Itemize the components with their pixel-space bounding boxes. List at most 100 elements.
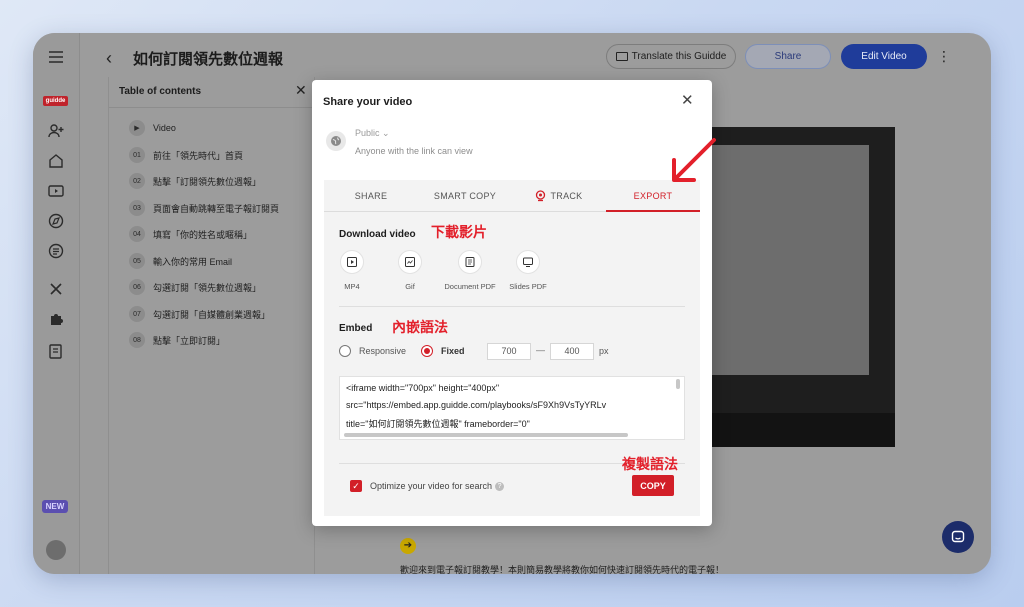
vertical-scrollbar[interactable]: [676, 379, 680, 389]
toc-item-label: 填寫「你的姓名或暱稱」: [153, 229, 253, 240]
embed-code-box[interactable]: <iframe width="700px" height="400px" src…: [339, 376, 685, 440]
share-button[interactable]: Share: [745, 44, 831, 69]
visibility-select[interactable]: Public ⌄: [355, 128, 390, 139]
toc-item-label: 勾選訂閱「自媒體創業週報」: [153, 309, 271, 320]
toc-item[interactable]: 05 輸入你的常用 Email: [129, 253, 232, 269]
toc-item[interactable]: 06 勾選訂閱「領先數位週報」: [129, 279, 261, 295]
add-user-icon[interactable]: [46, 121, 66, 141]
modal-title: Share your video: [323, 96, 413, 108]
width-input[interactable]: 700: [487, 343, 531, 360]
video-controls[interactable]: [693, 413, 895, 447]
code-line: src="https://embed.app.guidde.com/playbo…: [346, 400, 607, 410]
new-badge: NEW: [42, 500, 68, 513]
toc-item-label: 點擊「立即訂閱」: [153, 335, 226, 346]
toc-item[interactable]: 04 填寫「你的姓名或暱稱」: [129, 226, 252, 242]
toc-item[interactable]: 02 點擊「訂閱領先數位週報」: [129, 173, 261, 189]
responsive-radio[interactable]: [339, 345, 351, 357]
toc-num: 05: [129, 253, 145, 269]
responsive-label: Responsive: [359, 346, 407, 356]
home-icon[interactable]: [46, 151, 66, 171]
close-icon[interactable]: ✕: [681, 93, 694, 109]
left-rail: guidde NEW: [33, 33, 80, 574]
tab-share[interactable]: SHARE: [324, 180, 418, 211]
horizontal-scrollbar[interactable]: [344, 433, 628, 437]
edit-video-button[interactable]: Edit Video: [841, 44, 927, 69]
px-unit: px: [599, 346, 609, 356]
code-line: <iframe width="700px" height="400px": [346, 383, 500, 393]
integrations-puzzle-icon[interactable]: [46, 309, 66, 329]
download-label: Slides PDF: [509, 282, 547, 291]
toc-item-label: 頁面會自動跳轉至電子報訂閱頁: [153, 203, 280, 214]
guidde-logo: guidde: [43, 96, 68, 106]
download-document-pdf-button[interactable]: Document PDF: [440, 250, 500, 291]
playlist-icon[interactable]: [46, 241, 66, 261]
page-title: 如何訂閱領先數位週報: [133, 51, 284, 68]
toc-item-label: 點擊「訂閱領先數位週報」: [153, 176, 262, 187]
chat-icon: [951, 530, 965, 543]
divider: [339, 306, 685, 307]
play-icon: ▶: [129, 120, 145, 136]
dash: —: [536, 345, 545, 355]
close-icon[interactable]: ✕: [295, 82, 307, 99]
translate-button[interactable]: Translate this Guidde: [606, 44, 736, 69]
share-tabs: SHARE SMART COPY TRACK EXPORT: [324, 180, 700, 212]
toc-item-label: 前往「領先時代」首頁: [153, 150, 244, 161]
fixed-label: Fixed: [441, 346, 465, 356]
download-label: MP4: [344, 282, 360, 291]
code-line: title="如何訂閱領先數位週報" frameborder="0": [346, 419, 530, 429]
download-annotation: 下載影片: [431, 224, 487, 240]
toc-item[interactable]: 03 頁面會自動跳轉至電子報訂閱頁: [129, 200, 279, 216]
optimize-text: Optimize your video for search: [370, 481, 493, 491]
toc-item-label: Video: [153, 123, 176, 133]
chat-button[interactable]: [942, 521, 974, 553]
download-slides-pdf-button[interactable]: Slides PDF: [498, 250, 558, 291]
toc-video-item[interactable]: ▶ Video: [129, 120, 176, 136]
video-frame: [699, 145, 869, 375]
toc-item-label: 輸入你的常用 Email: [153, 256, 233, 267]
tab-label: EXPORT: [633, 190, 673, 201]
globe-icon: [326, 131, 346, 151]
download-title: Download video: [339, 229, 416, 240]
toc-num: 04: [129, 226, 145, 242]
more-options-icon[interactable]: ⋮: [937, 47, 951, 65]
optimize-label: Optimize your video for search?: [370, 481, 505, 492]
download-gif-button[interactable]: Gif: [380, 250, 440, 291]
fixed-radio[interactable]: [421, 345, 433, 357]
document-icon: [458, 250, 482, 274]
reports-icon[interactable]: [46, 341, 66, 361]
divider: [109, 107, 316, 108]
optimize-checkbox[interactable]: ✓: [350, 480, 362, 492]
toc-item[interactable]: 08 點擊「立即訂閱」: [129, 332, 225, 348]
share-panel: SHARE SMART COPY TRACK EXPORT Download v…: [324, 180, 700, 516]
video-library-icon[interactable]: [46, 181, 66, 201]
video-file-icon: [340, 250, 364, 274]
toc-item[interactable]: 01 前往「領先時代」首頁: [129, 147, 243, 163]
toc-title: Table of contents: [119, 86, 202, 97]
tab-smart-copy[interactable]: SMART COPY: [418, 180, 512, 211]
download-mp4-button[interactable]: MP4: [322, 250, 382, 291]
menu-icon[interactable]: [46, 47, 66, 67]
toc-num: 08: [129, 332, 145, 348]
annotation-arrow-icon: [672, 138, 716, 182]
embed-title: Embed: [339, 323, 373, 334]
tab-label: TRACK: [550, 190, 583, 201]
back-button[interactable]: ‹: [106, 49, 124, 67]
copy-button[interactable]: COPY: [632, 475, 674, 496]
table-of-contents: Table of contents ✕ ▶ Video 01 前往「領先時代」首頁…: [108, 77, 316, 574]
tab-track[interactable]: TRACK: [512, 180, 606, 211]
height-input[interactable]: 400: [550, 343, 594, 360]
copy-annotation: 複製語法: [622, 456, 678, 472]
video-player[interactable]: [693, 127, 895, 447]
toc-num: 06: [129, 279, 145, 295]
toc-num: 01: [129, 147, 145, 163]
tools-icon[interactable]: [46, 279, 66, 299]
gif-icon: [398, 250, 422, 274]
toc-num: 02: [129, 173, 145, 189]
explore-icon[interactable]: [46, 211, 66, 231]
avatar[interactable]: [46, 540, 66, 560]
visibility-value: Public: [355, 128, 380, 138]
help-icon[interactable]: ?: [495, 482, 505, 492]
toc-item[interactable]: 07 勾選訂閱「自媒體創業週報」: [129, 306, 270, 322]
chevron-down-icon: ⌄: [382, 128, 390, 138]
track-icon: [536, 189, 546, 201]
